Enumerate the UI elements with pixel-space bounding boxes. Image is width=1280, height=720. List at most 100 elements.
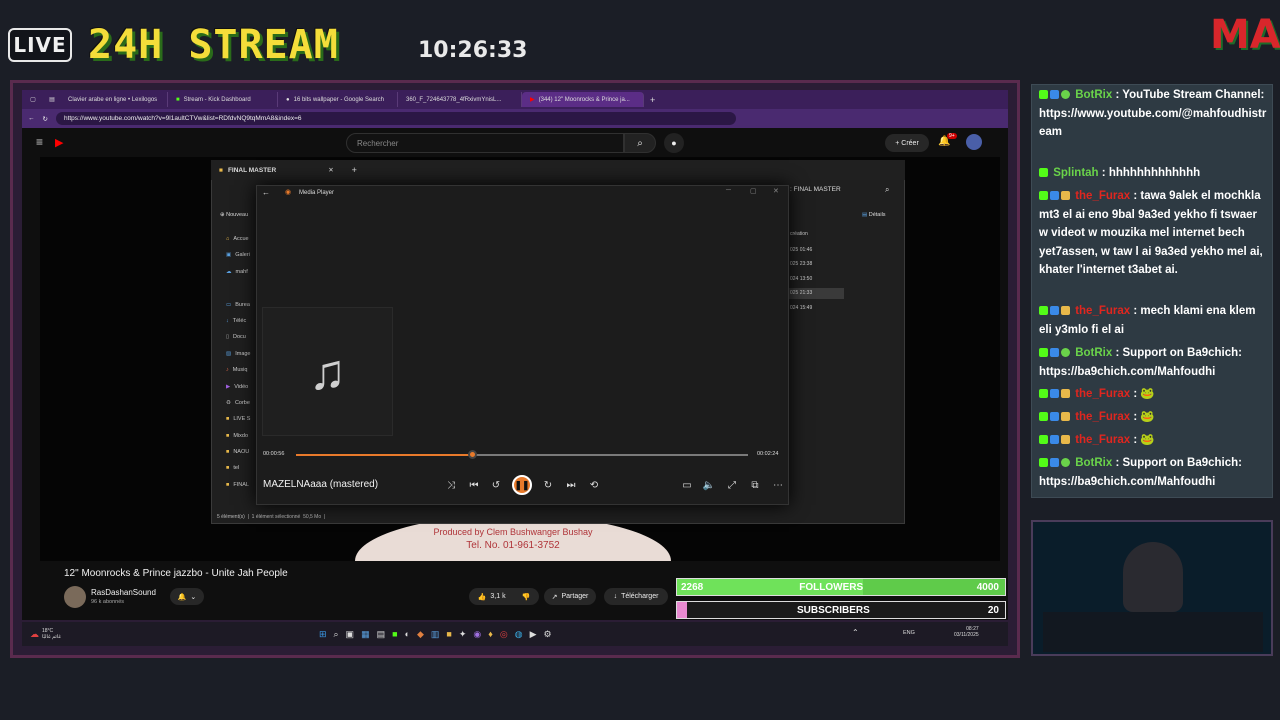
youtube-search-input[interactable]: Rechercher (346, 133, 624, 153)
app-icon[interactable]: ■ (392, 629, 397, 639)
start-icon[interactable]: ⊞ (319, 629, 327, 640)
app-icon[interactable]: ▥ (431, 629, 440, 640)
more-options-icon[interactable]: ⋯ (770, 477, 786, 493)
close-icon[interactable]: ✕ (773, 187, 779, 195)
microphone-icon[interactable]: ● (664, 133, 684, 153)
browser-icon[interactable]: ◍ (515, 629, 523, 640)
chat-username[interactable]: BotRix (1075, 457, 1112, 469)
sidebar-item[interactable]: ▯ Docu (226, 334, 246, 340)
explorer-new-button[interactable]: ⊕ Nouveau (220, 212, 248, 218)
sidebar-label: tel (233, 465, 240, 471)
mini-player-icon[interactable]: ⧉ (747, 477, 763, 493)
explorer-tab-title[interactable]: FINAL MASTER (228, 167, 276, 174)
tab-image[interactable]: 360_F_724643778_4fRxivmYnisL... (398, 92, 522, 107)
app-icon[interactable]: ▤ (377, 629, 386, 640)
chat-message: BotRix : Support on Ba9chich: https://ba… (1039, 457, 1242, 488)
chat-username[interactable]: the_Furax (1075, 305, 1130, 317)
repeat-icon[interactable]: ⟲ (586, 477, 602, 493)
weather-icon[interactable]: ☁ (30, 629, 39, 640)
sidebar-item[interactable]: ■ NAOU (226, 449, 249, 455)
chat-username[interactable]: BotRix (1075, 347, 1112, 359)
sidebar-item[interactable]: ☁ mahf (226, 269, 248, 275)
chat-message: the_Furax : 🐸 (1039, 408, 1267, 427)
sidebar-item[interactable]: ♻ Corbe (226, 400, 250, 406)
shuffle-icon[interactable]: ⤨ (443, 477, 459, 493)
chat-username[interactable]: the_Furax (1075, 190, 1130, 202)
back-icon[interactable]: ← (28, 115, 35, 122)
sidebar-item[interactable]: ↓ Téléc (226, 318, 246, 324)
close-icon[interactable]: ✕ (328, 166, 333, 174)
file-explorer-icon[interactable]: ■ (446, 629, 451, 639)
chat-username[interactable]: Splintah (1053, 167, 1098, 179)
youtube-logo-icon[interactable]: ▶ (55, 136, 63, 149)
pause-button[interactable]: ❚❚ (512, 475, 532, 495)
sidebar-item[interactable]: ♪ Musiq (226, 367, 247, 373)
explorer-breadcrumb[interactable]: : FINAL MASTER (790, 186, 841, 193)
player-back-icon[interactable]: ← (262, 188, 270, 197)
channel-name[interactable]: RasDashanSound (91, 588, 156, 597)
menu-icon[interactable]: ≡ (36, 135, 43, 149)
search-icon[interactable]: ⌕ (334, 629, 339, 640)
workspace-icon[interactable]: ▢ (22, 96, 44, 103)
sidebar-item[interactable]: ▶ Vidéo (226, 384, 248, 390)
tab-lexilogos[interactable]: Clavier arabe en ligne • Lexilogos (60, 92, 168, 107)
download-button[interactable]: ↓ Télécharger (604, 588, 668, 605)
settings-icon[interactable]: ⚙ (543, 629, 551, 640)
like-button[interactable]: 👍 3,1 k 👎 (469, 588, 539, 605)
sidebar-item[interactable]: ■ tel (226, 465, 239, 471)
share-button[interactable]: ↗ Partager (544, 588, 596, 605)
forward-icon[interactable]: ↻ (540, 477, 556, 493)
language-indicator[interactable]: ENG (903, 630, 915, 636)
widgets-icon[interactable]: ▦ (361, 629, 370, 640)
app-icon[interactable]: ◉ (473, 629, 481, 640)
minimize-icon[interactable]: ─ (726, 187, 731, 194)
column-header-creation[interactable]: création (790, 231, 808, 237)
tab-youtube[interactable]: ▶ (344) 12" Moonrocks & Prince ja... (522, 92, 644, 107)
search-icon[interactable]: ⌕ (624, 133, 656, 153)
sidebar-item[interactable]: ▨ Image (226, 351, 251, 357)
sidebar-item[interactable]: ⌂ Accue (226, 236, 249, 242)
previous-icon[interactable]: ⏮ (466, 477, 482, 493)
chat-username[interactable]: the_Furax (1075, 388, 1130, 400)
next-icon[interactable]: ⏭ (563, 477, 579, 493)
new-tab-icon[interactable]: + (352, 165, 357, 175)
maximize-icon[interactable]: ▢ (750, 187, 757, 195)
app-icon[interactable]: ♦ (488, 629, 493, 639)
chat-username[interactable]: BotRix (1075, 89, 1112, 101)
app-icon[interactable]: ◐ (405, 629, 410, 639)
sidebar-item[interactable]: ■ Mixdo (226, 433, 248, 439)
captions-icon[interactable]: ▭ (679, 477, 695, 493)
new-tab-icon[interactable]: + (650, 95, 655, 105)
app-icon[interactable]: ✦ (459, 629, 467, 640)
details-button[interactable]: ▤ Détails (862, 212, 886, 218)
system-tray-chevron-icon[interactable]: ⌃ (852, 628, 859, 637)
live-badge: LIVE (8, 28, 72, 62)
media-player-icon[interactable]: ▶ (530, 629, 537, 640)
chat-username[interactable]: the_Furax (1075, 411, 1130, 423)
bot-badge-icon (1050, 458, 1059, 467)
task-view-icon[interactable]: ▣ (346, 629, 355, 640)
folder-icon: ■ (226, 482, 230, 488)
fullscreen-icon[interactable]: ⤢ (724, 477, 740, 493)
avatar[interactable] (966, 134, 982, 150)
sidebar-label: NAOU (233, 449, 250, 455)
tab-kick-dashboard[interactable]: ■ Stream - Kick Dashboard (168, 92, 278, 107)
app-icon[interactable]: ◎ (500, 629, 508, 640)
channel-avatar[interactable] (64, 586, 86, 608)
clock[interactable]: 08:27 03/11/2025 (954, 626, 979, 638)
tab-list-icon[interactable]: ▤ (44, 96, 60, 103)
tab-google-search[interactable]: ● 16 bits wallpaper - Google Search (278, 92, 398, 107)
explorer-search-icon[interactable]: ⌕ (885, 185, 889, 195)
create-button[interactable]: + Créer (885, 134, 929, 152)
sidebar-item[interactable]: ■ FINAL (226, 482, 249, 488)
sidebar-item[interactable]: ▣ Galeri (226, 252, 250, 258)
sidebar-item[interactable]: ■ LIVE S (226, 416, 250, 422)
volume-icon[interactable]: 🔈 (701, 477, 717, 493)
chat-username[interactable]: the_Furax (1075, 434, 1130, 446)
refresh-icon[interactable]: ↻ (43, 115, 48, 123)
url-field[interactable]: https://www.youtube.com/watch?v=9l1aultC… (55, 112, 736, 125)
rewind-icon[interactable]: ↺ (488, 477, 504, 493)
app-icon[interactable]: ◆ (417, 629, 424, 640)
subscribe-bell-button[interactable]: 🔔 ⌄ (170, 588, 204, 605)
sidebar-item[interactable]: ▭ Burea (226, 302, 250, 308)
